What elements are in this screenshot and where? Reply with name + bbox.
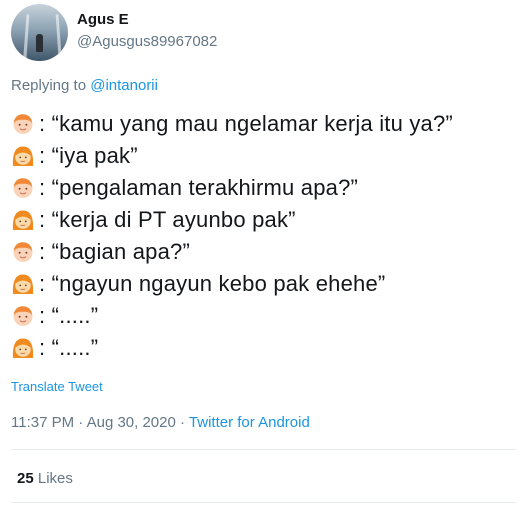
avatar-person-silhouette xyxy=(36,34,43,52)
tweet-timestamp[interactable]: 11:37 PM · Aug 30, 2020 · xyxy=(11,414,189,431)
woman-red-hair-emoji-icon xyxy=(11,208,35,232)
dialogue-line: : “kamu yang mau ngelamar kerja itu ya?” xyxy=(11,108,516,140)
woman-red-hair-emoji-icon xyxy=(11,144,35,168)
likes-number: 25 xyxy=(17,470,34,487)
dialogue-text: : “.....” xyxy=(39,335,99,360)
dialogue-text: : “kerja di PT ayunbo pak” xyxy=(39,207,296,232)
man-face-emoji-icon xyxy=(11,176,35,200)
tweet-source-link[interactable]: Twitter for Android xyxy=(189,414,310,431)
likes-label: Likes xyxy=(33,470,73,487)
dialogue-text: : “iya pak” xyxy=(39,143,138,168)
user-handle[interactable]: @Agusgus89967082 xyxy=(77,33,217,50)
woman-red-hair-emoji-icon xyxy=(11,272,35,296)
dialogue-line: : “pengalaman terakhirmu apa?” xyxy=(11,172,516,204)
user-name[interactable]: Agus E xyxy=(77,11,129,28)
replying-prefix: Replying to xyxy=(11,77,91,94)
tweet-meta: 11:37 PM · Aug 30, 2020 · Twitter for An… xyxy=(11,414,310,431)
dialogue-text: : “pengalaman terakhirmu apa?” xyxy=(39,175,359,200)
dialogue-line: : “.....” xyxy=(11,332,516,364)
dialogue-text: : “kamu yang mau ngelamar kerja itu ya?” xyxy=(39,111,453,136)
likes-count[interactable]: 25 Likes xyxy=(17,470,73,487)
dialogue-line: : “bagian apa?” xyxy=(11,236,516,268)
dialogue-line: : “ngayun ngayun kebo pak ehehe” xyxy=(11,268,516,300)
reply-mention-link[interactable]: @intanorii xyxy=(90,77,158,94)
divider xyxy=(11,502,516,503)
avatar[interactable] xyxy=(11,4,68,61)
translate-tweet-link[interactable]: Translate Tweet xyxy=(11,379,103,394)
man-face-emoji-icon xyxy=(11,304,35,328)
man-face-emoji-icon xyxy=(11,112,35,136)
tweet-text: : “kamu yang mau ngelamar kerja itu ya?”… xyxy=(11,108,516,364)
dialogue-line: : “.....” xyxy=(11,300,516,332)
dialogue-line: : “iya pak” xyxy=(11,140,516,172)
dialogue-text: : “ngayun ngayun kebo pak ehehe” xyxy=(39,271,386,296)
dialogue-text: : “bagian apa?” xyxy=(39,239,190,264)
man-face-emoji-icon xyxy=(11,240,35,264)
woman-red-hair-emoji-icon xyxy=(11,336,35,360)
dialogue-text: : “.....” xyxy=(39,303,99,328)
divider xyxy=(11,449,516,450)
dialogue-line: : “kerja di PT ayunbo pak” xyxy=(11,204,516,236)
replying-to: Replying to @intanorii xyxy=(11,77,158,94)
